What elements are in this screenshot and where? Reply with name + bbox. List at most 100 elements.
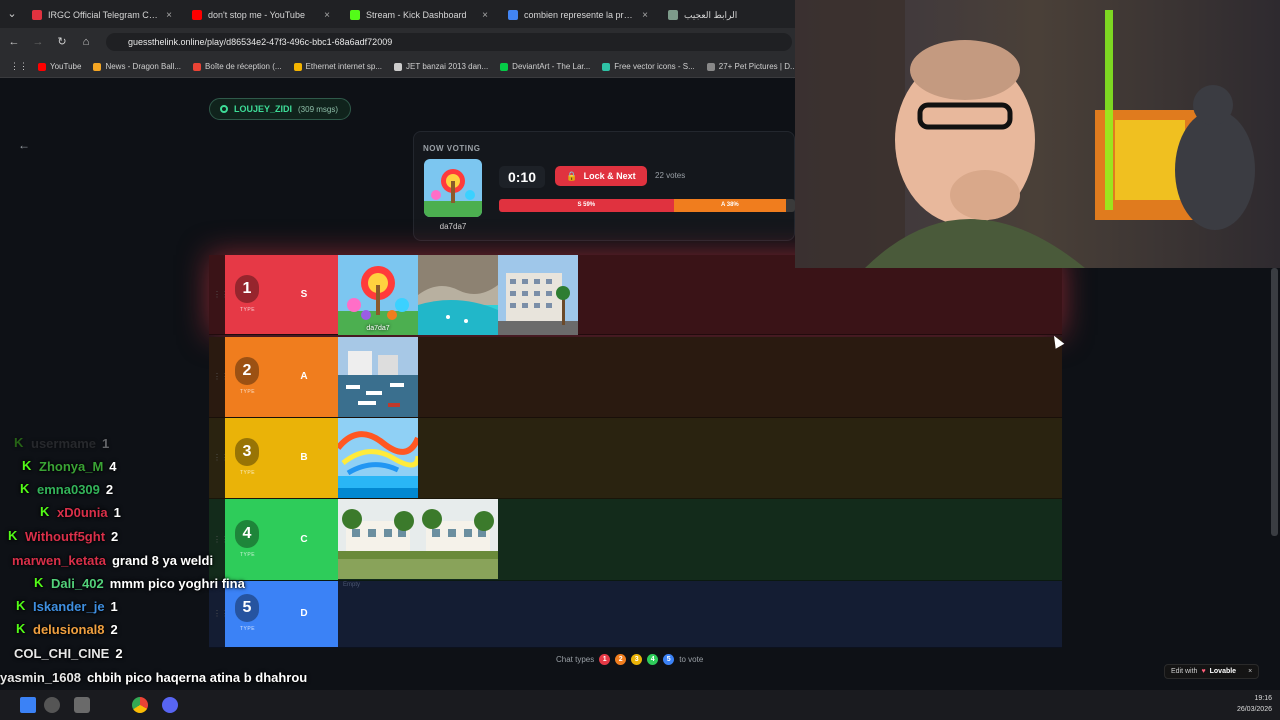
back-nav-icon[interactable]: ← [6,34,22,50]
tab-search-icon[interactable]: ⌄ [4,6,20,22]
kick-badge-icon: K [22,458,32,473]
discord-icon[interactable] [162,697,178,713]
tier-item-thumbnail[interactable] [338,499,418,579]
chat-type-dot: 3 [631,654,643,665]
bookmark-item[interactable]: 27+ Pet Pictures | D... [706,62,795,71]
bookmark-item[interactable]: Boîte de réception (... [193,62,282,71]
search-icon[interactable] [44,697,60,713]
browser-tab[interactable]: don't stop me - YouTube × [184,4,338,26]
tier-letter-cell: D [270,581,338,647]
chat-text: chbih pico haqerna atina b dhahrou [86,669,308,685]
tier-row: ⋮⋮ 4 TYPE C [209,499,1062,581]
lovable-prefix: Edit with [1171,668,1198,675]
chat-username: Iskander_je [33,598,105,614]
system-clock: 19:16 26/03/2026 [1220,693,1272,715]
apps-grid-icon[interactable]: ⋮⋮ [10,61,28,72]
bookmark-favicon-icon [602,62,611,71]
chat-type-dot: 4 [647,654,659,665]
forward-nav-icon[interactable]: → [30,34,46,50]
tier-number: 5 [235,594,259,622]
tier-item-thumbnail[interactable] [418,499,498,579]
bookmark-item[interactable]: Free vector icons - S... [602,62,695,71]
tier-items [338,337,418,417]
browser-tab[interactable]: combien represente la prono en × [500,4,656,26]
drag-handle-icon[interactable]: ⋮⋮ [213,453,229,463]
tier-item-thumbnail[interactable] [498,255,578,335]
bookmark-item[interactable]: DeviantArt - The Lar... [500,62,590,71]
bookmark-item[interactable]: YouTube [38,62,81,71]
drag-handle-icon[interactable]: ⋮⋮ [213,609,229,619]
close-tab-icon[interactable]: × [324,10,330,21]
close-tab-icon[interactable]: × [642,10,648,21]
tab-favicon-icon [192,10,202,20]
vote-split-remainder [786,199,795,212]
chat-text: 2 [110,621,118,637]
chat-message: KxD0unia 1 [40,503,121,521]
drag-handle-icon[interactable]: ⋮⋮ [213,290,229,300]
chat-message: K Iskander_je 1 [16,597,118,615]
chat-text: 2 [105,481,114,497]
start-icon[interactable] [20,697,36,713]
close-tab-icon[interactable]: × [166,10,172,21]
kick-badge-icon: K [14,435,24,450]
chat-message: Kusermame 1 [14,434,109,452]
chat-message: COL_CHI_CINE 2 [14,644,123,662]
browser-tab[interactable]: IRGC Official Telegram Channel × [24,4,180,26]
chrome-icon[interactable] [132,697,148,713]
vote-timer: 0:10 [499,166,545,188]
bookmark-item[interactable]: JET banzai 2013 dan... [394,62,488,71]
chat-message: yasmin_1608 chbih pico haqerna atina b dh… [0,668,307,686]
lock-next-label: Lock & Next [583,171,636,181]
tier-letter-cell: C [270,499,338,580]
chat-message: marwen_ketata grand 8 ya weldi [12,551,213,569]
chat-username: xD0unia [57,504,108,520]
chat-type-dot: 2 [615,654,627,665]
lovable-brand: Lovable [1209,668,1237,675]
bookmark-label: JET banzai 2013 dan... [406,62,489,71]
bookmark-item[interactable]: News - Dragon Ball... [93,62,181,71]
lock-next-button[interactable]: 🔒 Lock & Next [555,166,647,186]
webcam-overlay [795,0,1280,268]
page-scrollbar[interactable] [1271,268,1278,536]
kick-badge-icon: K [8,528,18,543]
thumbnail-image [338,499,418,579]
close-icon[interactable]: × [1248,668,1252,675]
bookmark-item[interactable]: Ethernet internet sp... [293,62,382,71]
tier-type-label: TYPE [239,470,256,476]
tier-number-cell: 4 TYPE [225,499,270,580]
chat-text: 1 [110,598,118,614]
tier-item-thumbnail[interactable] [418,255,498,335]
chat-username: yasmin_1608 [0,669,81,685]
thumbnail-caption: da7da7 [366,325,390,332]
tier-item-thumbnail[interactable] [338,337,418,417]
back-arrow-icon[interactable]: ← [14,138,34,156]
tab-title: الرابط العجيب [684,9,738,20]
empty-tier-label: Empty [343,582,361,588]
tab-title: don't stop me - YouTube [208,10,305,20]
tier-type-label: TYPE [239,389,256,395]
tier-number: 4 [235,519,259,548]
heart-icon: ♥ [1201,668,1206,675]
drag-handle-icon[interactable]: ⋮⋮ [213,372,229,382]
close-tab-icon[interactable]: × [482,10,488,21]
browser-tab[interactable]: Stream - Kick Dashboard × [342,4,496,26]
edit-with-lovable-badge[interactable]: Edit with ♥ Lovable × [1164,664,1260,679]
bookmark-favicon-icon [706,62,715,71]
thumbnail-image [498,255,578,335]
chat-username: emna0309 [37,481,100,497]
home-icon[interactable]: ⌂ [78,34,94,50]
vote-split-segment: A 38% [673,199,787,212]
browser-tab[interactable]: الرابط العجيب [660,4,795,26]
reload-icon[interactable]: ↻ [54,34,70,50]
drag-handle-icon[interactable]: ⋮⋮ [213,535,229,545]
chat-text: 1 [113,504,121,520]
task-view-icon[interactable] [74,697,90,713]
chat-types-hint: Chat types 1 2 3 4 5 to vote [556,654,703,665]
tier-type-label: TYPE [239,626,256,632]
url-input[interactable]: guessthelink.online/play/d86534e2-47f3-4… [106,33,792,51]
kick-badge-icon: K [16,598,26,613]
kick-badge-icon: K [20,481,30,496]
tier-item-thumbnail[interactable] [338,418,418,498]
tier-item-thumbnail[interactable]: da7da7 [338,255,418,335]
kick-badge-icon: K [16,621,26,636]
